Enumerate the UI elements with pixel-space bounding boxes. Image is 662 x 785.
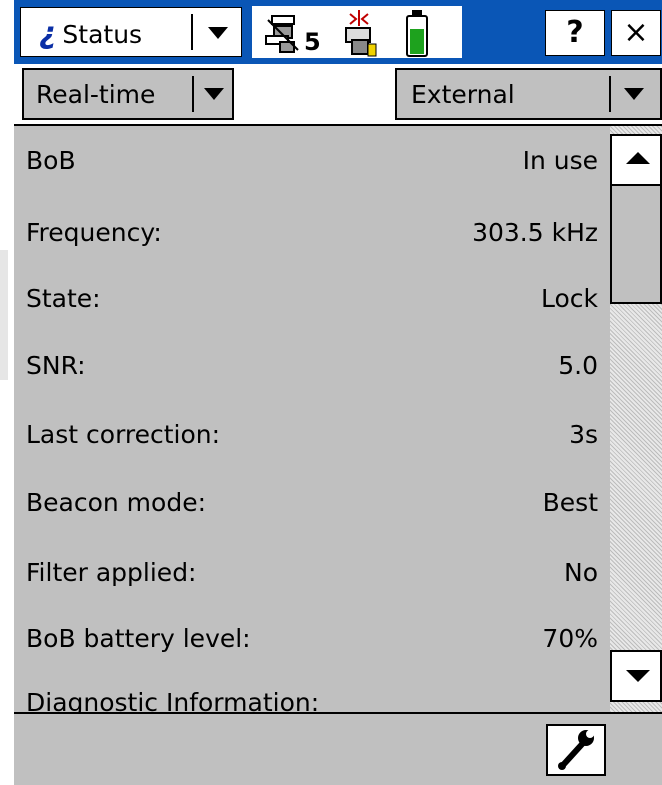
satellite-icon[interactable] xyxy=(265,15,299,53)
separator xyxy=(609,76,611,112)
status-tray-icons: 5 xyxy=(265,10,428,57)
chevron-down-icon xyxy=(204,88,224,100)
status-list: BoB In use Frequency: 303.5 kHz State: Lock… xyxy=(14,126,610,717)
scroll-up-button[interactable] xyxy=(610,134,662,186)
radio-icon[interactable] xyxy=(345,10,377,57)
scrollbar[interactable] xyxy=(610,126,662,712)
list-item[interactable]: Filter applied: No xyxy=(14,538,610,604)
toolbar: Real-time External xyxy=(14,64,662,126)
mode-dropdown[interactable]: Real-time xyxy=(22,68,234,120)
item-value: Best xyxy=(542,488,598,517)
scroll-thumb[interactable] xyxy=(610,186,662,304)
item-label: SNR: xyxy=(26,351,86,380)
chevron-up-icon xyxy=(626,152,650,164)
settings-button[interactable] xyxy=(546,724,606,776)
wrench-icon xyxy=(558,730,594,770)
item-label: BoB battery level: xyxy=(26,624,251,653)
chevron-down-icon xyxy=(626,670,650,682)
item-label: State: xyxy=(26,284,101,313)
help-button[interactable]: ? xyxy=(545,10,605,56)
status-menu-button[interactable]: ¿ Status xyxy=(20,7,242,57)
separator xyxy=(192,76,194,112)
list-item[interactable]: Frequency: 303.5 kHz xyxy=(14,198,610,264)
list-item[interactable]: BoB battery level: 70% xyxy=(14,604,610,670)
item-label: Frequency: xyxy=(26,218,162,247)
item-value: 5.0 xyxy=(558,351,598,380)
chevron-down-icon xyxy=(624,88,644,100)
mode-dropdown-label: Real-time xyxy=(36,80,156,109)
list-item[interactable]: Last correction: 3s xyxy=(14,400,610,466)
satellite-count: 5 xyxy=(304,28,321,56)
list-item[interactable]: BoB In use xyxy=(14,126,610,192)
item-value: No xyxy=(564,558,598,587)
bottom-bar xyxy=(14,712,662,785)
battery-icon[interactable] xyxy=(406,10,428,57)
status-tray: 5 xyxy=(252,6,462,58)
scroll-down-button[interactable] xyxy=(610,650,662,702)
status-label: ¿ Status xyxy=(39,16,142,51)
source-dropdown-label: External xyxy=(411,80,515,109)
source-dropdown[interactable]: External xyxy=(395,68,662,120)
list-item[interactable]: State: Lock xyxy=(14,264,610,330)
info-icon: ¿ xyxy=(39,16,57,51)
item-value: 70% xyxy=(542,624,598,653)
item-label: Last correction: xyxy=(26,420,221,449)
background-strip xyxy=(0,250,8,380)
item-value: 303.5 kHz xyxy=(472,218,598,247)
item-value: Lock xyxy=(540,284,598,313)
chevron-down-icon xyxy=(208,27,228,39)
status-label-text: Status xyxy=(62,20,143,49)
item-label: Beacon mode: xyxy=(26,488,207,517)
close-button[interactable]: × xyxy=(611,10,661,56)
list-item[interactable]: Beacon mode: Best xyxy=(14,468,610,534)
separator xyxy=(191,14,193,50)
item-label: Filter applied: xyxy=(26,558,197,587)
item-label: BoB xyxy=(26,146,76,175)
list-item[interactable]: SNR: 5.0 xyxy=(14,331,610,397)
title-bar: ¿ Status 5 ? × xyxy=(14,0,662,64)
item-value: In use xyxy=(522,146,598,175)
item-value: 3s xyxy=(569,420,598,449)
